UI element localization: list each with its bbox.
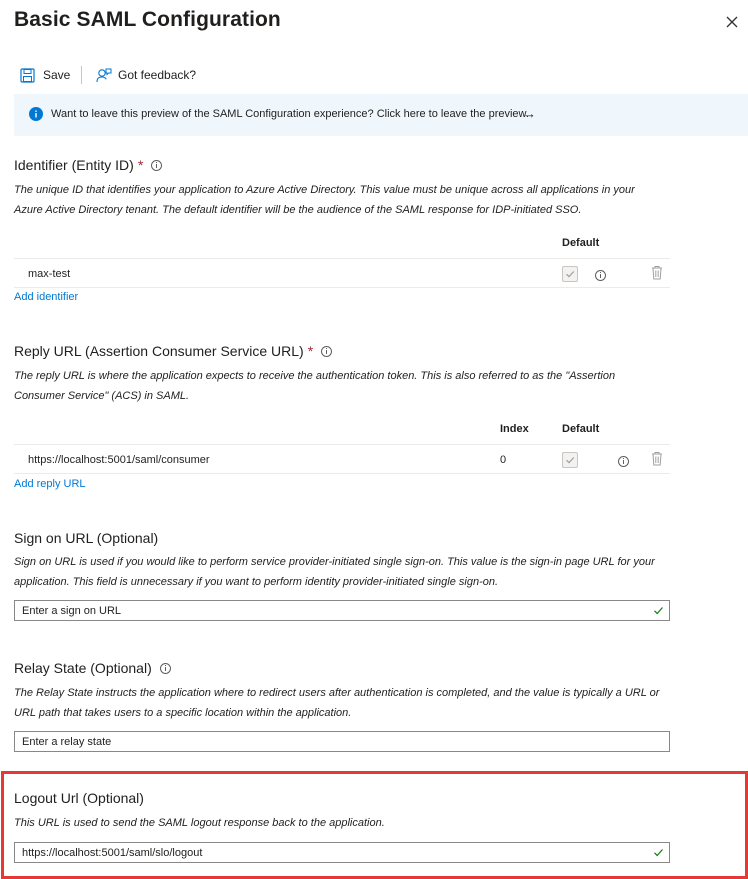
- reply-url-col-default: Default: [562, 423, 600, 435]
- divider: [14, 473, 670, 474]
- logout-description: This URL is used to send the SAML logout…: [14, 817, 385, 829]
- reply-url-default-checkbox[interactable]: [562, 452, 578, 468]
- trash-icon: [652, 266, 662, 280]
- relay-state-description: The Relay State instructs the applicatio…: [14, 687, 660, 719]
- reply-url-value[interactable]: https://localhost:5001/saml/consumer: [28, 454, 210, 466]
- identifier-description: The unique ID that identifies your appli…: [14, 184, 635, 216]
- toolbar-separator: [81, 66, 82, 84]
- panel-title: Basic SAML Configuration: [14, 8, 281, 31]
- required-asterisk: *: [137, 157, 144, 173]
- relay-state-title-text: Relay State (Optional): [14, 660, 152, 676]
- relay-state-section-title: Relay State (Optional): [14, 660, 171, 676]
- sign-on-title-text: Sign on URL (Optional): [14, 530, 159, 546]
- divider: [14, 287, 670, 288]
- add-reply-url-link[interactable]: Add reply URL: [14, 478, 86, 490]
- relay-state-field[interactable]: [14, 731, 670, 752]
- save-button[interactable]: Save: [20, 64, 70, 86]
- close-button[interactable]: [722, 12, 742, 32]
- logout-url-input[interactable]: [22, 845, 642, 860]
- checkmark-icon: [654, 849, 663, 857]
- divider: [14, 444, 670, 445]
- feedback-icon: [96, 68, 112, 82]
- save-label: Save: [43, 68, 71, 82]
- reply-url-section-title: Reply URL (Assertion Consumer Service UR…: [14, 343, 333, 359]
- identifier-default-checkbox[interactable]: [562, 266, 578, 282]
- info-filled-icon: [29, 107, 43, 121]
- identifier-title-text: Identifier (Entity ID): [14, 157, 134, 173]
- identifier-col-default: Default: [562, 237, 600, 249]
- reply-url-index[interactable]: 0: [500, 454, 506, 466]
- sign-on-description: Sign on URL is used if you would like to…: [14, 556, 655, 588]
- add-identifier-link[interactable]: Add identifier: [14, 291, 78, 303]
- divider: [14, 258, 670, 259]
- logout-url-field[interactable]: [14, 842, 670, 863]
- sign-on-url-field[interactable]: [14, 600, 670, 621]
- info-icon[interactable]: [151, 159, 163, 171]
- checkmark-icon: [566, 457, 575, 464]
- delete-reply-url-button[interactable]: [651, 451, 663, 471]
- sign-on-url-input[interactable]: [22, 603, 642, 618]
- checkmark-icon: [566, 271, 575, 278]
- relay-state-input[interactable]: [22, 734, 642, 749]
- arrow-right-icon[interactable]: →: [523, 106, 536, 121]
- reply-url-description: The reply URL is where the application e…: [14, 370, 616, 402]
- info-icon[interactable]: [321, 345, 333, 357]
- info-icon[interactable]: [595, 270, 606, 281]
- delete-identifier-button[interactable]: [651, 265, 663, 285]
- identifier-section-title: Identifier (Entity ID) *: [14, 157, 163, 173]
- reply-url-col-index: Index: [500, 423, 529, 435]
- sign-on-section-title: Sign on URL (Optional): [14, 530, 158, 546]
- banner-text[interactable]: Want to leave this preview of the SAML C…: [51, 108, 529, 120]
- save-icon: [20, 67, 35, 83]
- logout-title-text: Logout Url (Optional): [14, 790, 144, 806]
- feedback-button[interactable]: Got feedback?: [96, 64, 196, 86]
- identifier-value[interactable]: max-test: [28, 268, 70, 280]
- checkmark-icon: [654, 607, 663, 615]
- logout-section-title: Logout Url (Optional): [14, 790, 144, 806]
- reply-url-title-text: Reply URL (Assertion Consumer Service UR…: [14, 343, 304, 359]
- feedback-label: Got feedback?: [118, 68, 197, 82]
- trash-icon: [652, 452, 662, 466]
- close-icon: [726, 16, 738, 28]
- required-asterisk: *: [307, 343, 314, 359]
- info-icon[interactable]: [159, 662, 171, 674]
- info-icon[interactable]: [618, 456, 630, 467]
